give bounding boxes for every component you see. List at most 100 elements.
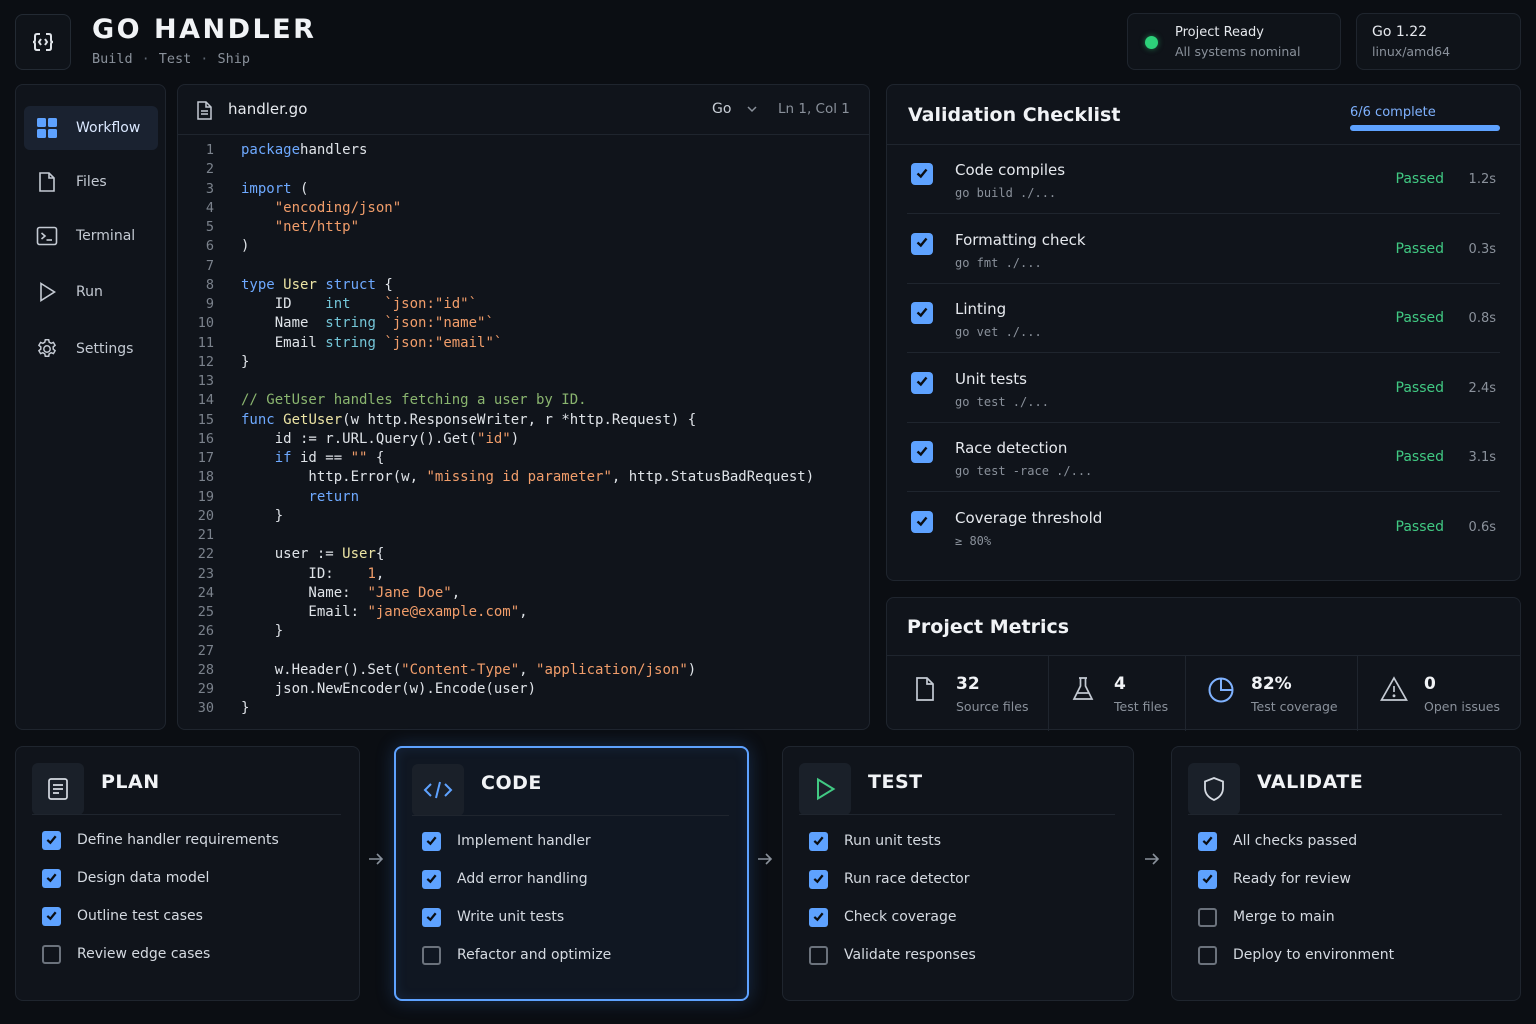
code-line[interactable]: 27 bbox=[178, 643, 869, 662]
checklist-row[interactable]: Race detection go test -race ./... Passed 3… bbox=[907, 423, 1500, 493]
code-line[interactable]: 19 return bbox=[178, 489, 869, 508]
sidebar-item-workflow[interactable]: Workflow bbox=[24, 106, 158, 150]
checkbox-checked[interactable] bbox=[911, 302, 933, 325]
checklist-row[interactable]: Code compiles go build ./... Passed 1.2s bbox=[907, 145, 1500, 214]
checkbox-checked[interactable] bbox=[422, 832, 441, 851]
code-line[interactable]: 2 bbox=[178, 161, 869, 180]
checklist-row[interactable]: Linting go vet ./... Passed 0.8s bbox=[907, 284, 1500, 354]
task-label: Review edge cases bbox=[77, 946, 211, 962]
checkbox-checked[interactable] bbox=[911, 163, 933, 185]
code-line[interactable]: 16 id := r.URL.Query().Get("id") bbox=[178, 431, 869, 450]
checkbox-checked[interactable] bbox=[42, 869, 61, 888]
checkbox-checked[interactable] bbox=[42, 907, 61, 926]
code-line[interactable]: 28 w.Header().Set("Content-Type", "appli… bbox=[178, 662, 869, 681]
code-token: "Content-Type" bbox=[401, 661, 520, 678]
checkbox-checked[interactable] bbox=[1198, 870, 1217, 889]
plan-icon-box bbox=[32, 763, 84, 815]
check-duration: 0.6s bbox=[1468, 520, 1496, 535]
code-line[interactable]: 14 // GetUser handles fetching a user by … bbox=[178, 392, 869, 411]
code-line[interactable]: 6) bbox=[178, 238, 869, 257]
check-duration: 2.4s bbox=[1468, 380, 1496, 396]
workflow-card-code[interactable]: CODE Implement handler Add error handling… bbox=[394, 746, 749, 1001]
checkbox-unchecked[interactable] bbox=[809, 946, 828, 965]
sidebar-item-files[interactable]: Files bbox=[24, 160, 158, 204]
checkbox-checked[interactable] bbox=[422, 870, 441, 889]
checkbox-checked[interactable] bbox=[911, 441, 933, 464]
sidebar-item-settings[interactable]: Settings bbox=[24, 327, 158, 371]
code-line[interactable]: 9 ID int `json:"id"` bbox=[178, 296, 869, 315]
metric-label: Source files bbox=[956, 699, 1029, 714]
line-text: Email: "jane@example.com", bbox=[241, 604, 527, 620]
checklist-row[interactable]: Coverage threshold ≥ 80% Passed 0.6s bbox=[907, 493, 1500, 562]
sidebar-item-run[interactable]: Run bbox=[24, 270, 158, 314]
checkbox-checked[interactable] bbox=[809, 870, 828, 889]
checkbox-checked[interactable] bbox=[911, 232, 933, 255]
code-line[interactable]: 26 } bbox=[178, 623, 869, 642]
line-text: } bbox=[241, 508, 283, 524]
checkbox-checked[interactable] bbox=[1198, 832, 1217, 851]
check-name: Race detection bbox=[955, 439, 1068, 458]
check-command: go vet ./... bbox=[955, 325, 1042, 340]
code-line[interactable]: 21 bbox=[178, 527, 869, 546]
code-line[interactable]: 22 user := User{ bbox=[178, 546, 869, 565]
code-line[interactable]: 20 } bbox=[178, 508, 869, 527]
code-line[interactable]: 17 if id == "" { bbox=[178, 450, 869, 469]
check-icon bbox=[1201, 870, 1214, 889]
code-line[interactable]: 24 Name: "Jane Doe", bbox=[178, 585, 869, 604]
subtitle-build: Build bbox=[92, 51, 133, 67]
workflow-card-validate[interactable]: VALIDATE All checks passed Ready for revi… bbox=[1171, 746, 1521, 1001]
code-line[interactable]: 10 Name string `json:"name"` bbox=[178, 315, 869, 334]
checklist-row[interactable]: Unit tests go test ./... Passed 2.4s bbox=[907, 354, 1500, 423]
pie-icon bbox=[1207, 676, 1234, 703]
checklist-row[interactable]: Formatting check go fmt ./... Passed 0.3s bbox=[907, 215, 1500, 284]
code-line[interactable]: 8 type User struct { bbox=[178, 277, 869, 296]
code-line[interactable]: 30} bbox=[178, 700, 869, 719]
checkbox-checked[interactable] bbox=[809, 908, 828, 927]
sidebar-item-label: Settings bbox=[76, 341, 134, 357]
code-token: json.NewEncoder(w).Encode(user) bbox=[241, 681, 537, 697]
code-line[interactable]: 29 json.NewEncoder(w).Encode(user) bbox=[178, 681, 869, 700]
code-line[interactable]: 18 http.Error(w, "missing id parameter",… bbox=[178, 469, 869, 488]
code-line[interactable]: 12} bbox=[178, 354, 869, 373]
line-text: func GetUser(w http.ResponseWriter, r *h… bbox=[241, 412, 696, 428]
code-line[interactable]: 3 import ( bbox=[178, 181, 869, 200]
checkbox-unchecked[interactable] bbox=[422, 946, 441, 965]
checkbox-checked[interactable] bbox=[911, 511, 933, 533]
language-select[interactable]: Go bbox=[712, 101, 757, 117]
code-line[interactable]: 4 "encoding/json" bbox=[178, 200, 869, 219]
line-text: id := r.URL.Query().Get("id") bbox=[241, 431, 519, 447]
code-line[interactable]: 7 bbox=[178, 258, 869, 277]
code-line[interactable]: 23 ID: 1, bbox=[178, 566, 869, 585]
code-line[interactable]: 13 bbox=[178, 373, 869, 392]
code-token: user := bbox=[241, 546, 343, 563]
checkbox-checked[interactable] bbox=[911, 371, 933, 394]
editor-filename-tab[interactable]: handler.go bbox=[228, 100, 307, 118]
checkbox-unchecked[interactable] bbox=[42, 945, 61, 964]
workflow-card-plan[interactable]: PLAN Define handler requirements Design d… bbox=[15, 746, 360, 1001]
metric-label: Open issues bbox=[1424, 699, 1500, 714]
code-token: "Jane Doe" bbox=[367, 584, 452, 601]
workflow-card-test[interactable]: TEST Run unit tests Run race detector Chec… bbox=[782, 746, 1134, 1001]
code-line[interactable]: 11 Email string `json:"email"` bbox=[178, 335, 869, 354]
checkbox-checked[interactable] bbox=[42, 831, 61, 850]
checkbox-checked[interactable] bbox=[422, 908, 441, 927]
task-label: Merge to main bbox=[1233, 909, 1335, 925]
checkbox-unchecked[interactable] bbox=[1198, 908, 1217, 927]
code-token: , bbox=[519, 661, 537, 678]
line-text: Email string `json:"email"` bbox=[241, 335, 503, 351]
code-content[interactable]: 1 packagehandlers 2 3 import (4 "encoding/js… bbox=[178, 137, 869, 729]
sidebar-item-label: Terminal bbox=[76, 228, 136, 244]
sidebar-item-terminal[interactable]: Terminal bbox=[24, 214, 158, 258]
code-line[interactable]: 25 Email: "jane@example.com", bbox=[178, 604, 869, 623]
project-metrics: Project Metrics 32 Source files 4 Test f… bbox=[886, 597, 1521, 731]
checkbox-unchecked[interactable] bbox=[1198, 946, 1217, 965]
code-line[interactable]: 5 "net/http" bbox=[178, 219, 869, 238]
task-label: All checks passed bbox=[1233, 833, 1358, 849]
checkbox-checked[interactable] bbox=[809, 832, 828, 851]
code-line[interactable]: 15 func GetUser(w http.ResponseWriter, r … bbox=[178, 412, 869, 431]
code-token: w.Header().Set( bbox=[241, 661, 402, 678]
line-number: 17 bbox=[197, 450, 214, 466]
code-line[interactable]: 1 packagehandlers bbox=[178, 142, 869, 161]
code-token: { bbox=[375, 546, 385, 563]
